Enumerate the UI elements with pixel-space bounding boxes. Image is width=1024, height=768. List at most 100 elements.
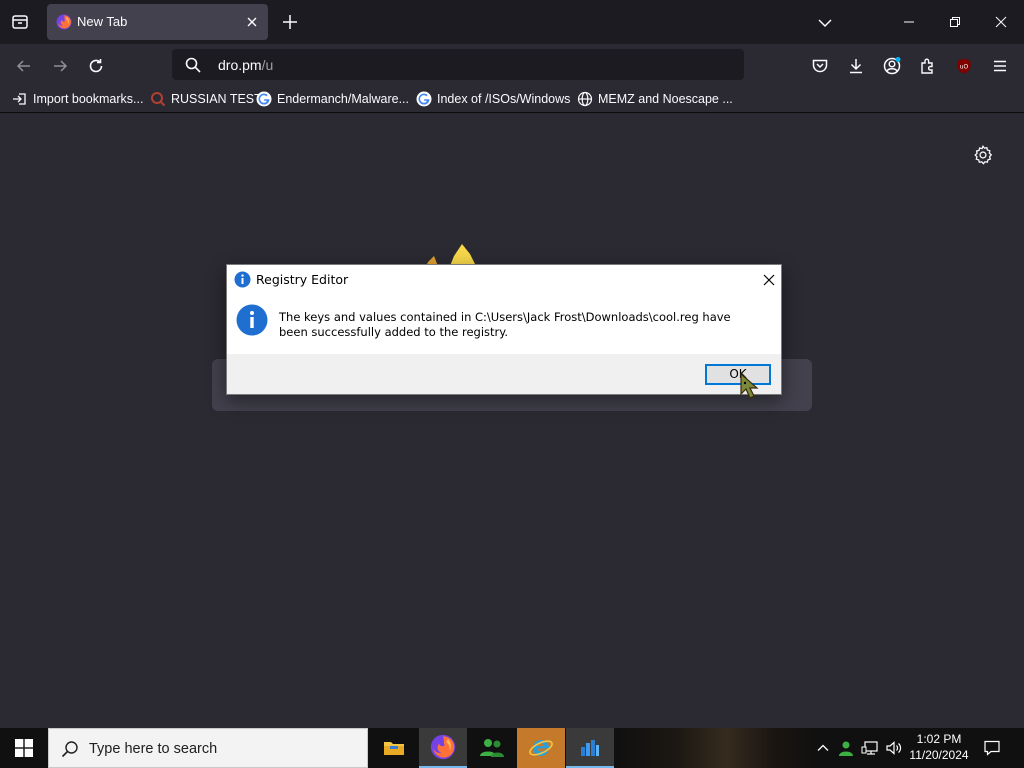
network-icon bbox=[861, 741, 878, 755]
gear-icon bbox=[974, 145, 993, 165]
download-icon bbox=[850, 59, 862, 74]
bookmark-russian-test[interactable]: RUSSIAN TEST bbox=[150, 89, 262, 109]
account-button[interactable] bbox=[878, 52, 906, 80]
internet-explorer-icon bbox=[529, 739, 553, 756]
ublock-origin-icon: uO bbox=[957, 58, 971, 74]
start-button[interactable] bbox=[0, 728, 48, 768]
extensions-button[interactable] bbox=[914, 52, 942, 80]
tab-title: New Tab bbox=[77, 14, 128, 29]
url-path: /u bbox=[261, 57, 274, 73]
reload-icon bbox=[89, 59, 103, 73]
dialog-footer: OK bbox=[227, 354, 781, 394]
restore-button[interactable] bbox=[932, 8, 978, 36]
bookmark-label: Import bookmarks... bbox=[33, 92, 144, 106]
minimize-icon bbox=[904, 21, 914, 23]
close-icon bbox=[995, 16, 1007, 28]
puzzle-icon bbox=[921, 58, 933, 74]
firefox-icon bbox=[430, 734, 456, 760]
google-favicon bbox=[256, 91, 272, 107]
minimize-button[interactable] bbox=[886, 8, 932, 36]
tab-close-button[interactable] bbox=[243, 13, 261, 31]
bookmark-endermanch-malware[interactable]: Endermanch/Malware... bbox=[256, 89, 409, 109]
window-close-button[interactable] bbox=[978, 8, 1024, 36]
customize-new-tab-button[interactable] bbox=[972, 144, 994, 166]
downloads-button[interactable] bbox=[842, 52, 870, 80]
globe-icon bbox=[577, 91, 593, 107]
action-center-button[interactable] bbox=[976, 728, 1008, 768]
arrow-left-icon bbox=[16, 60, 30, 72]
dialog-title: Registry Editor bbox=[256, 272, 349, 287]
bookmark-label: MEMZ and Noescape ... bbox=[598, 92, 733, 106]
dialog-message: The keys and values contained in C:\User… bbox=[279, 310, 731, 339]
taskbar-file-explorer[interactable] bbox=[370, 728, 418, 768]
firefox-view-icon bbox=[12, 15, 28, 29]
forward-button[interactable] bbox=[46, 52, 74, 80]
app-menu-button[interactable] bbox=[986, 52, 1014, 80]
hamburger-menu-icon bbox=[994, 60, 1006, 72]
firefox-logo-icon bbox=[426, 244, 476, 266]
registry-editor-icon bbox=[581, 740, 599, 756]
pocket-icon bbox=[812, 59, 828, 73]
close-icon bbox=[763, 274, 775, 286]
magnifier-favicon bbox=[150, 91, 166, 107]
import-icon bbox=[12, 91, 28, 107]
new-tab-button[interactable] bbox=[278, 10, 302, 34]
list-all-tabs-button[interactable] bbox=[814, 12, 836, 34]
info-icon bbox=[236, 304, 268, 336]
notification-icon bbox=[984, 740, 1000, 756]
ublock-origin-button[interactable]: uO bbox=[950, 52, 978, 80]
dialog-close-button[interactable] bbox=[759, 270, 779, 290]
bookmark-label: Index of /ISOs/Windows bbox=[437, 92, 571, 106]
new-tab-page bbox=[0, 114, 1024, 728]
account-icon bbox=[883, 57, 901, 75]
bookmark-label: Endermanch/Malware... bbox=[277, 92, 410, 106]
address-bar[interactable]: dro.pm/u bbox=[172, 49, 744, 80]
bookmark-import[interactable]: Import bookmarks... bbox=[12, 89, 143, 109]
tray-people-icon[interactable] bbox=[835, 728, 857, 768]
volume-button[interactable] bbox=[883, 728, 905, 768]
pocket-button[interactable] bbox=[806, 52, 834, 80]
url-text[interactable]: dro.pm/u bbox=[218, 57, 273, 73]
search-placeholder: Type here to search bbox=[89, 741, 218, 757]
bookmarks-toolbar: Import bookmarks... RUSSIAN TEST Enderma… bbox=[0, 84, 1024, 113]
user-icon bbox=[839, 741, 853, 756]
taskbar-search-box[interactable]: Type here to search bbox=[48, 728, 368, 768]
close-icon bbox=[247, 17, 257, 27]
tab-new-tab[interactable]: New Tab bbox=[47, 4, 268, 40]
clock-date: 11/20/2024 bbox=[909, 748, 969, 762]
bookmark-memz-noescape[interactable]: MEMZ and Noescape ... bbox=[577, 89, 733, 109]
svg-text:uO: uO bbox=[960, 64, 969, 71]
plus-icon bbox=[283, 15, 297, 29]
taskbar-background-art bbox=[616, 728, 816, 768]
back-button[interactable] bbox=[10, 52, 38, 80]
search-icon bbox=[61, 741, 78, 758]
url-host: dro.pm bbox=[218, 57, 262, 73]
bookmark-index-isos-windows[interactable]: Index of /ISOs/Windows bbox=[416, 89, 570, 109]
bookmark-label: RUSSIAN TEST bbox=[171, 92, 262, 106]
registry-editor-dialog: Registry Editor The keys and values cont… bbox=[226, 264, 782, 395]
clock-time: 1:02 PM bbox=[916, 732, 962, 746]
taskbar: Type here to search 1:02 PM 11/20/2024 bbox=[0, 728, 1024, 768]
taskbar-people-app[interactable] bbox=[468, 728, 516, 768]
taskbar-firefox[interactable] bbox=[419, 728, 467, 768]
restore-icon bbox=[950, 17, 960, 27]
windows-logo-icon bbox=[15, 739, 33, 757]
network-button[interactable] bbox=[859, 728, 881, 768]
chevron-down-icon bbox=[818, 19, 832, 28]
search-icon bbox=[185, 57, 201, 73]
google-favicon bbox=[416, 91, 432, 107]
info-icon bbox=[234, 271, 251, 288]
reload-button[interactable] bbox=[82, 52, 110, 80]
navigation-toolbar: dro.pm/u uO bbox=[0, 44, 1024, 84]
folder-icon bbox=[384, 742, 404, 755]
taskbar-internet-explorer[interactable] bbox=[517, 728, 565, 768]
chevron-up-icon bbox=[817, 744, 829, 751]
taskbar-registry-editor[interactable] bbox=[566, 728, 614, 768]
speaker-icon bbox=[886, 741, 902, 755]
users-icon bbox=[480, 739, 504, 757]
tab-strip: New Tab bbox=[0, 0, 1024, 44]
cursor-icon bbox=[740, 372, 759, 399]
taskbar-clock[interactable]: 1:02 PM 11/20/2024 bbox=[904, 731, 974, 763]
show-hidden-icons-button[interactable] bbox=[812, 728, 834, 768]
firefox-view-button[interactable] bbox=[6, 8, 34, 36]
